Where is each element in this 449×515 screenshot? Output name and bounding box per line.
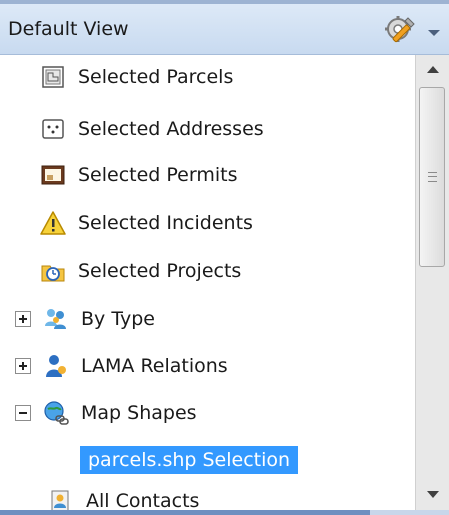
wrench-gear-icon[interactable]: [384, 14, 416, 46]
tree-item-by-type[interactable]: By Type: [15, 297, 155, 341]
tree-item-label: Selected Permits: [78, 164, 238, 186]
people-group-icon: [43, 306, 69, 332]
address-icon: [40, 116, 66, 142]
tree-item-selected-incidents[interactable]: Selected Incidents: [40, 201, 253, 245]
collapse-icon[interactable]: [15, 405, 31, 421]
vertical-scrollbar[interactable]: [415, 55, 449, 510]
grip-icon: [428, 172, 437, 182]
expand-icon[interactable]: [15, 311, 31, 327]
tree-item-selected-projects[interactable]: Selected Projects: [40, 249, 241, 293]
tree-item-parcels-shp-selection[interactable]: parcels.shp Selection: [80, 438, 299, 482]
warning-icon: [40, 210, 66, 236]
tree-item-label-selected: parcels.shp Selection: [80, 446, 299, 474]
scroll-down-arrow-icon[interactable]: [416, 480, 449, 510]
chevron-down-icon[interactable]: [428, 30, 440, 36]
tree-item-label: Selected Incidents: [78, 212, 253, 234]
globe-link-icon: [43, 400, 69, 426]
tree-item-selected-addresses[interactable]: Selected Addresses: [40, 107, 264, 151]
tree-item-label: LAMA Relations: [81, 355, 228, 377]
tree-item-label: Selected Projects: [78, 260, 242, 282]
scroll-up-arrow-icon[interactable]: [416, 55, 449, 85]
permit-icon: [40, 162, 66, 188]
contacts-icon: [48, 488, 74, 510]
tree-item-lama-relations[interactable]: LAMA Relations: [15, 344, 228, 388]
tree-item-selected-parcels[interactable]: Selected Parcels: [40, 55, 233, 99]
tree-item-label: By Type: [81, 308, 155, 330]
tree-view[interactable]: Selected Parcels Selected Addresses Sele…: [0, 55, 415, 510]
tree-item-selected-permits[interactable]: Selected Permits: [40, 153, 238, 197]
bottom-border-accent: [0, 510, 370, 515]
scrollbar-thumb[interactable]: [419, 87, 445, 267]
project-icon: [40, 258, 66, 284]
tree-item-label: Map Shapes: [81, 402, 197, 424]
tree-item-all-contacts[interactable]: All Contacts: [48, 479, 199, 510]
view-header: Default View: [0, 4, 449, 55]
tree-item-label: Selected Parcels: [78, 66, 234, 88]
tree-item-map-shapes[interactable]: Map Shapes: [15, 391, 197, 435]
expand-icon[interactable]: [15, 358, 31, 374]
tree-item-label: All Contacts: [86, 490, 200, 510]
person-icon: [43, 353, 69, 379]
tree-item-label: Selected Addresses: [78, 118, 264, 140]
view-title[interactable]: Default View: [8, 18, 129, 40]
parcel-icon: [40, 64, 66, 90]
